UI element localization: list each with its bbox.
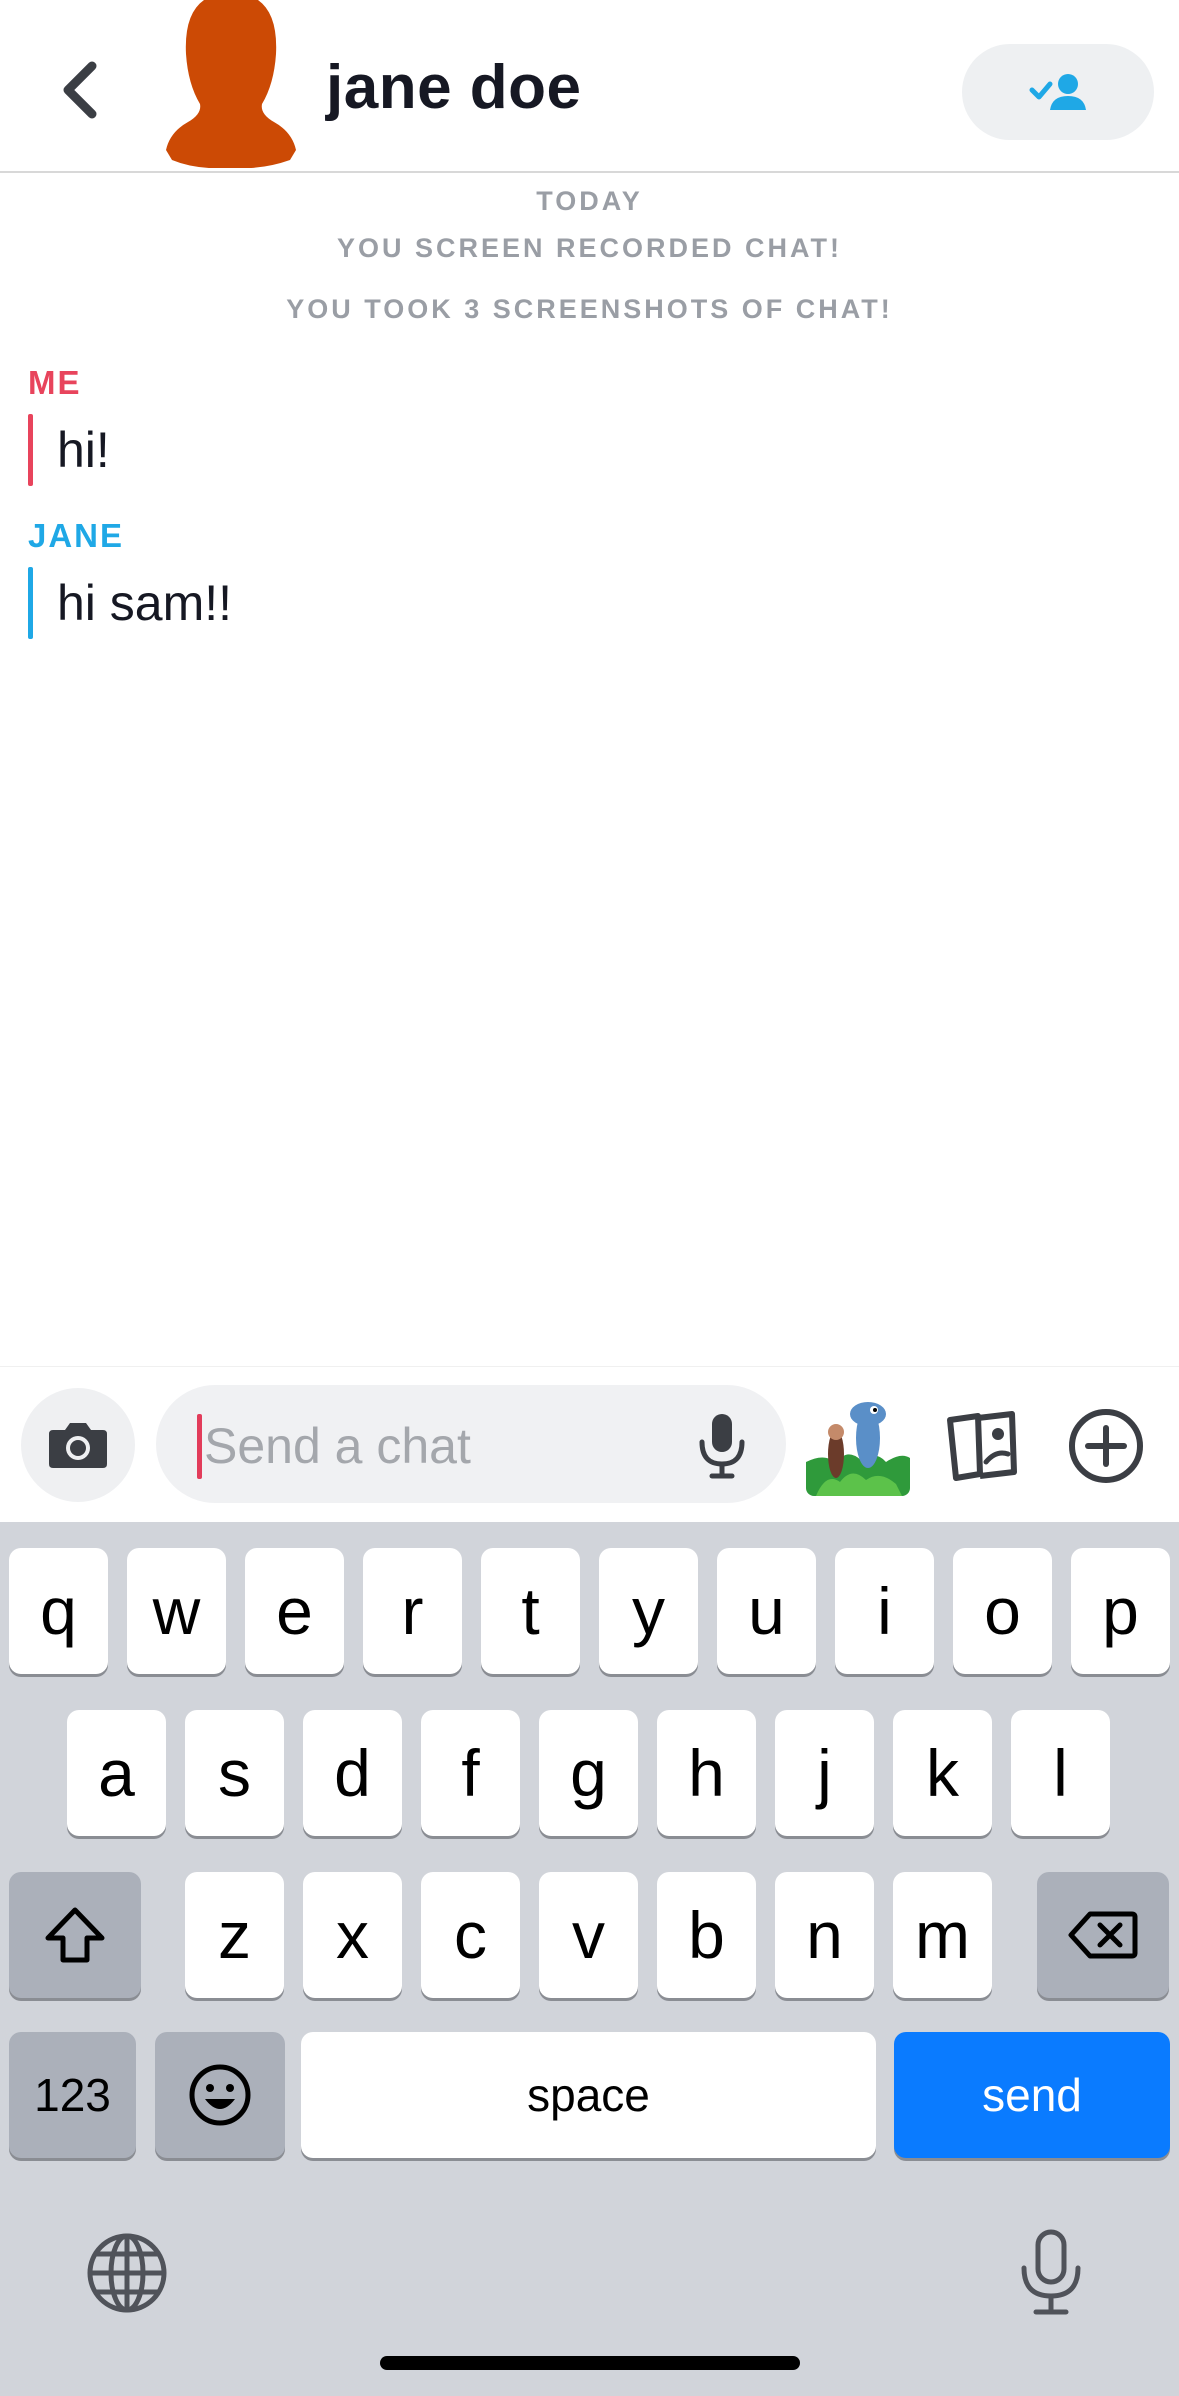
plus-icon <box>1069 1409 1143 1483</box>
chat-input[interactable] <box>204 1412 684 1480</box>
key-r[interactable]: r <box>363 1548 462 1674</box>
home-indicator[interactable] <box>380 2356 800 2370</box>
key-h[interactable]: h <box>657 1710 756 1836</box>
globe-key[interactable] <box>86 2232 168 2314</box>
camera-button[interactable] <box>21 1388 135 1502</box>
message-text: hi sam!! <box>57 575 233 631</box>
microphone-icon <box>699 1414 745 1479</box>
numbers-key[interactable]: 123 <box>9 2032 136 2158</box>
voice-note-button[interactable] <box>694 1410 750 1482</box>
add-friend-button[interactable] <box>962 44 1154 140</box>
avatar-silhouette-icon <box>166 0 296 169</box>
memories-icon <box>947 1411 1017 1481</box>
message-text: hi! <box>57 422 110 478</box>
key-f[interactable]: f <box>421 1710 520 1836</box>
key-b[interactable]: b <box>657 1872 756 1998</box>
contact-name[interactable]: jane doe <box>326 52 582 123</box>
key-g[interactable]: g <box>539 1710 638 1836</box>
key-z[interactable]: z <box>185 1872 284 1998</box>
backspace-key[interactable] <box>1037 1872 1169 1998</box>
key-q[interactable]: q <box>9 1548 108 1674</box>
key-d[interactable]: d <box>303 1710 402 1836</box>
key-v[interactable]: v <box>539 1872 638 1998</box>
shift-icon <box>45 1907 105 1963</box>
key-j[interactable]: j <box>775 1710 874 1836</box>
memories-button[interactable] <box>940 1404 1024 1488</box>
key-x[interactable]: x <box>303 1872 402 1998</box>
key-u[interactable]: u <box>717 1548 816 1674</box>
text-caret <box>197 1414 202 1479</box>
screenshot-notice: YOU TOOK 3 SCREENSHOTS OF CHAT! <box>286 294 893 324</box>
date-divider: TODAY <box>536 186 643 216</box>
shift-key[interactable] <box>9 1872 141 1998</box>
back-button[interactable] <box>40 50 120 130</box>
sender-label-me: ME <box>28 364 82 401</box>
key-l[interactable]: l <box>1011 1710 1110 1836</box>
key-s[interactable]: s <box>185 1710 284 1836</box>
key-m[interactable]: m <box>893 1872 992 1998</box>
message-accent-bar <box>28 567 33 639</box>
keyboard: q w e r t y u i o p a s d f g h j k l z … <box>0 1522 1179 2396</box>
backspace-icon <box>1068 1911 1138 1959</box>
key-o[interactable]: o <box>953 1548 1052 1674</box>
more-options-button[interactable] <box>1064 1404 1148 1488</box>
message-accent-bar <box>28 414 33 486</box>
key-e[interactable]: e <box>245 1548 344 1674</box>
avatar[interactable] <box>166 0 296 169</box>
key-a[interactable]: a <box>67 1710 166 1836</box>
key-n[interactable]: n <box>775 1872 874 1998</box>
message-row[interactable]: hi! <box>28 414 110 486</box>
back-chevron-icon <box>63 61 97 119</box>
space-key[interactable]: space <box>301 2032 876 2158</box>
dictation-icon <box>1021 2229 1081 2315</box>
key-k[interactable]: k <box>893 1710 992 1836</box>
emoji-icon <box>189 2064 251 2126</box>
sticker-icon <box>806 1392 910 1496</box>
key-w[interactable]: w <box>127 1548 226 1674</box>
sender-label-jane: JANE <box>28 517 125 554</box>
emoji-key[interactable] <box>155 2032 285 2158</box>
add-friend-icon <box>1029 74 1086 110</box>
key-c[interactable]: c <box>421 1872 520 1998</box>
message-row[interactable]: hi sam!! <box>28 567 232 639</box>
key-i[interactable]: i <box>835 1548 934 1674</box>
sticker-button[interactable] <box>806 1392 910 1496</box>
key-p[interactable]: p <box>1071 1548 1170 1674</box>
send-key[interactable]: send <box>894 2032 1170 2158</box>
key-t[interactable]: t <box>481 1548 580 1674</box>
camera-icon <box>49 1423 107 1468</box>
globe-icon <box>87 2233 167 2313</box>
screen-record-notice: YOU SCREEN RECORDED CHAT! <box>336 233 843 263</box>
key-y[interactable]: y <box>599 1548 698 1674</box>
dictation-key[interactable] <box>1018 2228 1084 2318</box>
